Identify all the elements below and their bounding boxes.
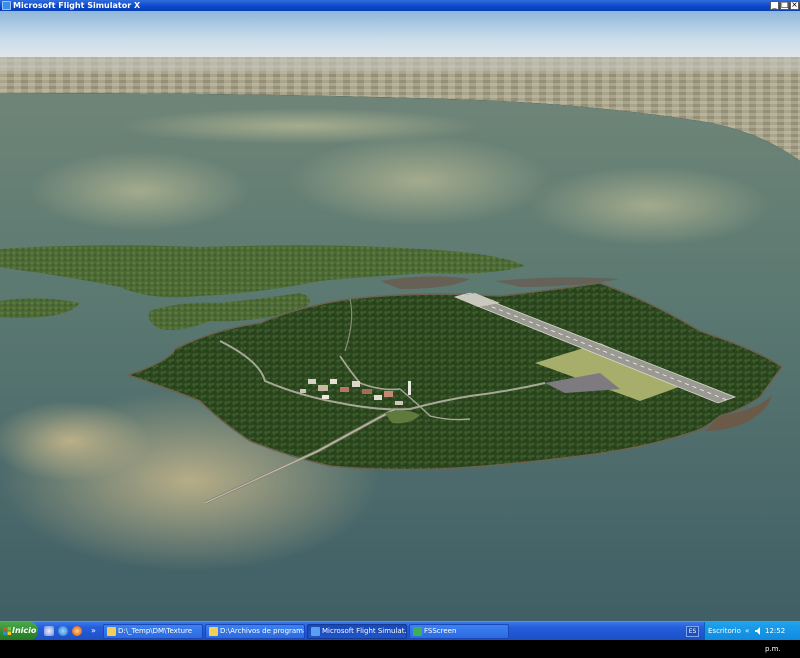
folder-icon	[209, 627, 218, 636]
maximize-icon: □	[781, 0, 789, 9]
firefox-icon[interactable]	[72, 626, 82, 636]
quicklaunch-more-icon[interactable]: »	[91, 625, 96, 637]
task-program-files-folder[interactable]: D:\Archivos de programa\...	[205, 624, 305, 639]
window-controls: _ □ ×	[770, 0, 799, 10]
clock[interactable]: 12:52 p.m.	[765, 622, 800, 658]
internet-explorer-icon[interactable]	[58, 626, 68, 636]
close-button[interactable]: ×	[790, 0, 799, 10]
volume-icon[interactable]	[755, 627, 763, 635]
fsscreen-app-icon	[413, 627, 422, 636]
minimize-button[interactable]: _	[770, 0, 779, 10]
show-desktop-icon[interactable]	[44, 626, 54, 636]
windows-flag-icon	[3, 627, 11, 635]
task-label: D:\Archivos de programa\...	[220, 627, 304, 635]
task-label: D:\_Temp\DM\Texture	[118, 627, 193, 635]
scenery-view	[0, 11, 800, 621]
tray-expand-icon[interactable]: «	[745, 622, 749, 640]
task-label: FSScreen	[424, 627, 457, 635]
close-icon: ×	[791, 0, 798, 9]
task-label: Microsoft Flight Simulat...	[322, 627, 407, 635]
window-titlebar[interactable]: Microsoft Flight Simulator X _ □ ×	[0, 0, 800, 11]
simulator-viewport[interactable]	[0, 11, 800, 621]
folder-icon	[107, 627, 116, 636]
window-title: Microsoft Flight Simulator X	[13, 1, 141, 10]
task-flight-simulator[interactable]: Microsoft Flight Simulat...	[307, 624, 407, 639]
lighthouse	[408, 381, 411, 395]
minimize-icon: _	[772, 0, 777, 9]
maximize-button[interactable]: □	[780, 0, 789, 10]
desktop-toolbar-label[interactable]: Escritorio	[708, 622, 741, 640]
system-tray: Escritorio « 12:52 p.m.	[704, 622, 800, 653]
taskbar: Inicio » D:\_Temp\DM\Texture D:\Archivos…	[0, 621, 800, 653]
fsx-app-icon	[311, 627, 320, 636]
start-label: Inicio	[12, 626, 37, 635]
task-texture-folder[interactable]: D:\_Temp\DM\Texture	[103, 624, 203, 639]
start-button[interactable]: Inicio	[0, 622, 38, 640]
language-indicator[interactable]: ES	[686, 626, 699, 637]
task-fsscreen[interactable]: FSScreen	[409, 624, 509, 639]
sky	[0, 11, 800, 57]
fsx-app-icon	[2, 1, 11, 10]
